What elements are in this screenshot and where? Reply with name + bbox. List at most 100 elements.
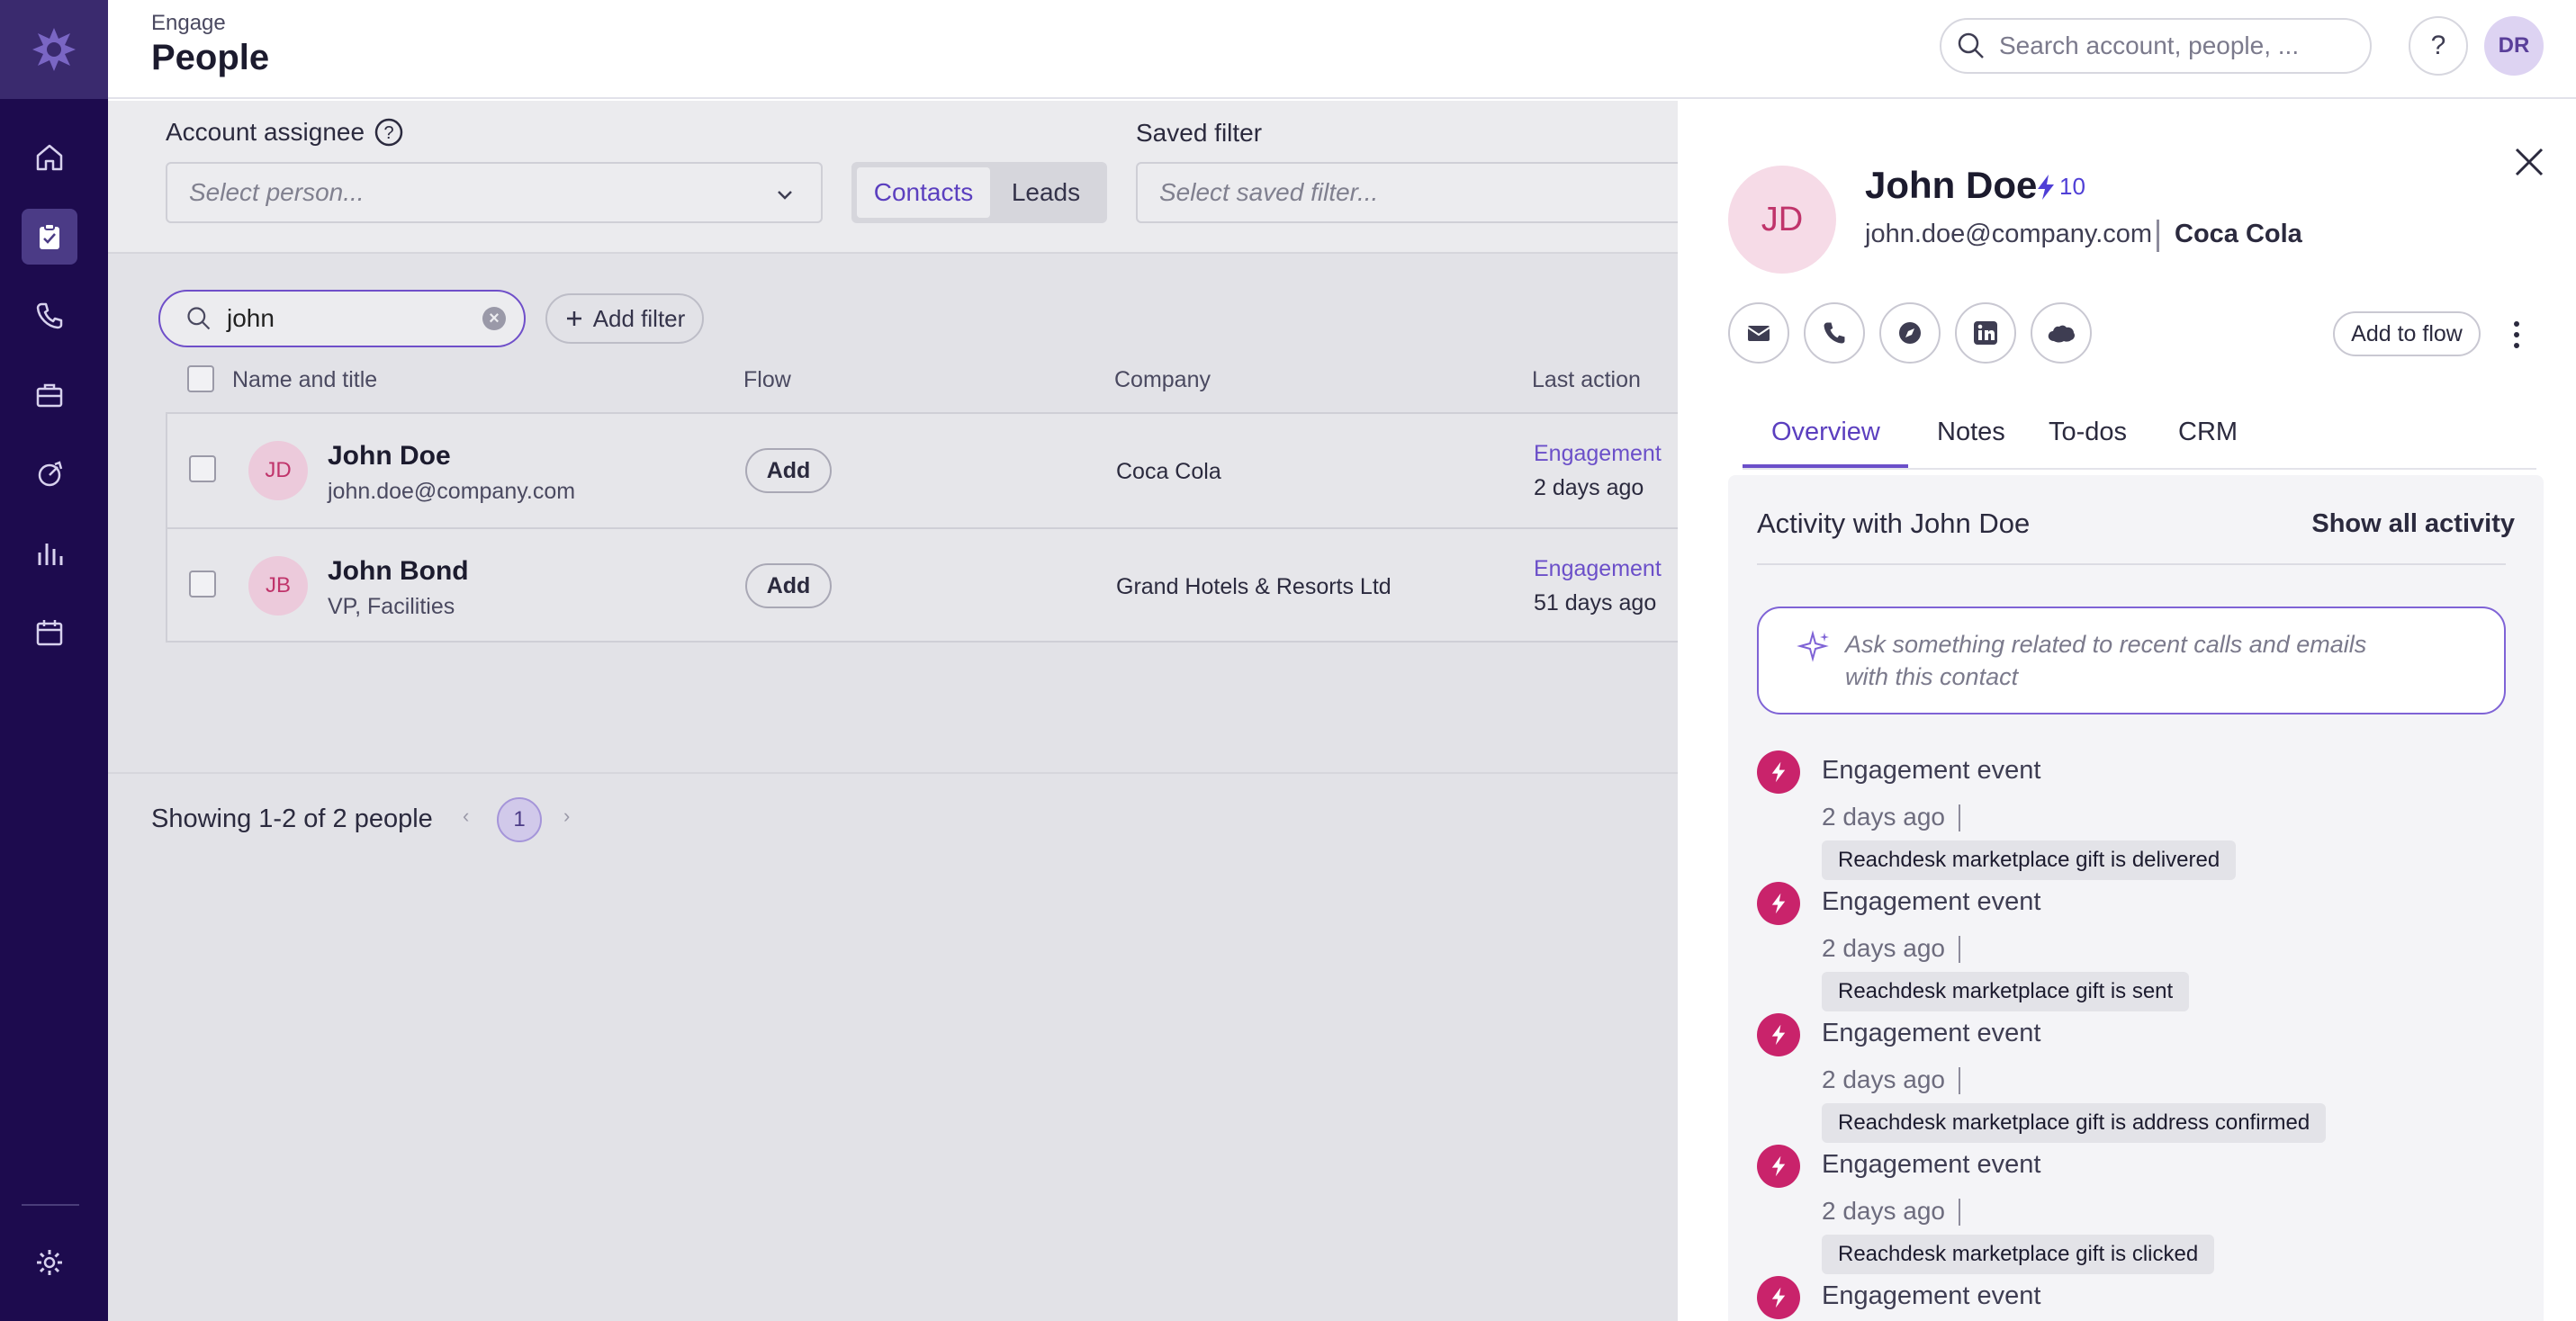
avatar: JB <box>248 556 308 616</box>
salesforce-button[interactable] <box>2031 302 2092 364</box>
page-header: Engage People Search account, people, ..… <box>108 0 2576 99</box>
footer-divider <box>108 772 1678 774</box>
table-row[interactable]: JB John Bond VP, Facilities Add Grand Ho… <box>167 527 1698 641</box>
engagement-score: 10 <box>2036 173 2085 201</box>
lightning-icon <box>2038 174 2054 200</box>
person-name[interactable]: John Bond <box>328 556 469 587</box>
app-logo[interactable] <box>0 0 108 99</box>
user-avatar[interactable]: DR <box>2484 16 2544 76</box>
clear-search-icon[interactable]: × <box>482 307 506 330</box>
nav-settings[interactable] <box>22 1235 77 1290</box>
ask-ai-placeholder: Ask something related to recent calls an… <box>1845 631 2367 690</box>
person-email[interactable]: john.doe@company.com <box>1865 220 2152 249</box>
event-title: Engagement event <box>1822 1150 2041 1179</box>
column-header-last-action[interactable]: Last action <box>1532 367 1641 393</box>
nav-engagement[interactable] <box>22 446 77 502</box>
people-main: Account assignee ? Select person... Cont… <box>108 101 1698 1321</box>
cloud-icon <box>2048 325 2075 343</box>
nav-accounts[interactable] <box>22 367 77 423</box>
tab-todos[interactable]: To-dos <box>2049 418 2127 447</box>
breadcrumb[interactable]: Engage <box>151 11 226 36</box>
person-subtitle: john.doe@company.com <box>328 479 576 504</box>
tab-crm[interactable]: CRM <box>2178 418 2238 447</box>
column-header-company[interactable]: Company <box>1114 367 1211 393</box>
event-time: 2 days ago <box>1822 934 1945 962</box>
nav-tasks[interactable] <box>22 209 77 265</box>
mail-icon <box>1747 326 1770 341</box>
event-title: Engagement event <box>1822 1281 2041 1310</box>
toggle-contacts[interactable]: Contacts <box>857 167 990 218</box>
compass-icon <box>1899 322 1921 344</box>
help-button[interactable]: ? <box>2409 16 2468 76</box>
filter-bar: Account assignee ? Select person... Cont… <box>108 101 1694 254</box>
person-name[interactable]: John Doe <box>328 441 451 472</box>
add-to-flow-button[interactable]: Add <box>745 563 832 608</box>
event-time: 2 days ago <box>1822 1065 1945 1093</box>
briefcase-icon <box>36 383 63 408</box>
linkedin-button[interactable] <box>1955 302 2016 364</box>
assignee-select[interactable]: Select person... <box>166 162 823 223</box>
search-placeholder: Search account, people, ... <box>1999 31 2300 59</box>
engagement-event-icon <box>1757 1145 1800 1188</box>
row-checkbox[interactable] <box>189 455 216 482</box>
add-to-flow-button[interactable]: Add <box>745 448 832 493</box>
calendar-icon <box>36 620 63 646</box>
bar-chart-icon <box>38 544 63 565</box>
person-company[interactable]: Coca Cola <box>2175 220 2302 249</box>
last-action-link[interactable]: Engagement <box>1534 556 1662 582</box>
event-tag: Reachdesk marketplace gift is delivered <box>1822 840 2237 880</box>
activity-card: Activity with John Doe Show all activity… <box>1728 475 2544 1321</box>
prev-page-button[interactable]: ‹ <box>463 804 469 828</box>
next-page-button[interactable]: › <box>563 804 570 828</box>
home-icon <box>36 144 63 171</box>
nav-calls[interactable] <box>22 288 77 344</box>
company-cell[interactable]: Coca Cola <box>1116 459 1221 485</box>
more-options-icon[interactable] <box>2508 317 2526 353</box>
last-action-link[interactable]: Engagement <box>1534 441 1662 467</box>
toggle-leads[interactable]: Leads <box>990 167 1102 218</box>
pagination-summary: Showing 1-2 of 2 people <box>151 804 433 833</box>
event-tag: Reachdesk marketplace gift is address co… <box>1822 1103 2327 1143</box>
activity-divider <box>1757 563 2506 565</box>
global-search-input[interactable]: Search account, people, ... <box>1940 18 2372 74</box>
browse-button[interactable] <box>1879 302 1941 364</box>
nav-calendar[interactable] <box>22 605 77 660</box>
event-tag: Reachdesk marketplace gift is clicked <box>1822 1235 2215 1274</box>
company-cell[interactable]: Grand Hotels & Resorts Ltd <box>1116 574 1392 600</box>
lightning-icon <box>1771 1155 1786 1177</box>
page-title: People <box>151 38 270 77</box>
assignee-label-row: Account assignee ? <box>166 117 404 148</box>
close-icon[interactable] <box>2511 144 2547 180</box>
page-number-current[interactable]: 1 <box>497 797 542 842</box>
tab-notes[interactable]: Notes <box>1937 418 2005 447</box>
last-action-time: 51 days ago <box>1534 590 1657 616</box>
nav-home[interactable] <box>22 130 77 185</box>
event-separator <box>1959 936 1960 963</box>
contact-type-toggle[interactable]: Contacts Leads <box>851 162 1107 223</box>
show-all-activity-link[interactable]: Show all activity <box>2311 509 2515 539</box>
call-button[interactable] <box>1804 302 1865 364</box>
table-row[interactable]: JD John Doe john.doe@company.com Add Coc… <box>167 414 1698 527</box>
add-to-flow-button[interactable]: Add to flow <box>2333 311 2481 356</box>
tab-overview[interactable]: Overview <box>1771 418 1880 447</box>
event-title: Engagement event <box>1822 756 2041 785</box>
add-filter-button[interactable]: Add filter <box>545 293 704 344</box>
clipboard-check-icon <box>40 223 59 249</box>
column-header-flow[interactable]: Flow <box>743 367 791 393</box>
sparkle-icon <box>1797 630 1829 662</box>
last-action-time: 2 days ago <box>1534 475 1644 500</box>
saved-filter-select[interactable]: Select saved filter... <box>1136 162 1694 223</box>
column-header-name[interactable]: Name and title <box>232 367 377 393</box>
people-table: JD John Doe john.doe@company.com Add Coc… <box>166 412 1698 643</box>
ask-ai-input[interactable]: Ask something related to recent calls an… <box>1757 607 2506 714</box>
nav-analytics[interactable] <box>22 526 77 581</box>
avatar: JD <box>248 441 308 500</box>
logo-icon <box>32 28 76 71</box>
email-button[interactable] <box>1728 302 1789 364</box>
help-circle-icon[interactable]: ? <box>374 117 404 148</box>
people-search-input[interactable]: john × <box>158 290 526 347</box>
person-avatar: JD <box>1728 166 1836 274</box>
row-checkbox[interactable] <box>189 571 216 598</box>
engagement-event-icon <box>1757 750 1800 794</box>
select-all-checkbox[interactable] <box>187 365 214 392</box>
